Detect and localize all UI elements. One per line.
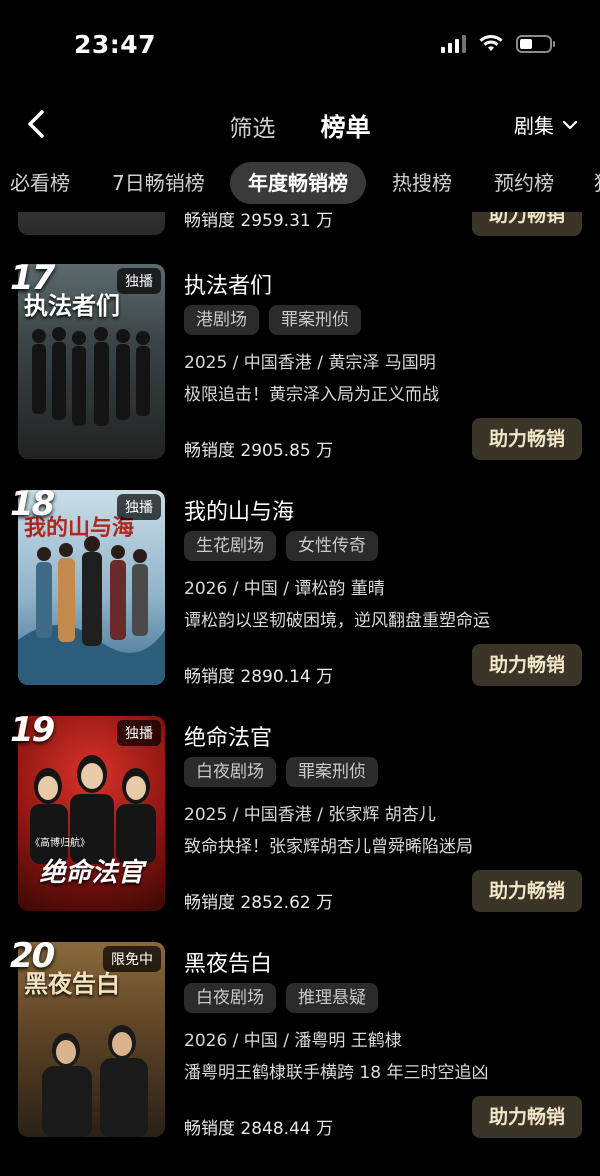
show-meta: 2025 / 中国香港 / 张家辉 胡杏儿 [184,805,436,825]
show-description: 谭松韵以坚韧破困境，逆风翻盘重塑命运 [184,611,490,631]
tab-hot-search[interactable]: 热搜榜 [392,162,452,204]
poster-title-text: 绝命法官 [39,858,144,888]
show-meta: 2026 / 中国 / 谭松韵 董晴 [184,579,385,599]
show-description: 极限追击！黄宗泽入局为正义而战 [184,385,439,405]
show-meta: 2025 / 中国香港 / 黄宗泽 马国明 [184,353,436,373]
exclusive-badge: 独播 [117,268,161,294]
show-title[interactable]: 我的山与海 [184,494,294,526]
rank-number: 20 [10,936,55,976]
tab-must-watch[interactable]: 必看榜 [10,162,70,204]
sales-score: 畅销度 2852.62 万 [184,893,334,913]
exclusive-badge: 独播 [117,494,161,520]
boost-button[interactable]: 助力畅销 [472,1096,582,1138]
cellular-signal-icon [441,35,466,53]
boost-button[interactable]: 助力畅销 [472,870,582,912]
status-bar: 23:47 [0,0,600,90]
tag-list: 白夜剧场 推理悬疑 [184,983,378,1013]
tag[interactable]: 白夜剧场 [184,983,276,1013]
tab-annual-bestseller[interactable]: 年度畅销榜 [230,162,366,204]
show-description: 潘粤明王鹤棣联手横跨 18 年三时空追凶 [184,1063,489,1083]
tag-list: 生花剧场 女性传奇 [184,531,378,561]
sales-score: 畅销度 2848.44 万 [184,1119,334,1139]
rank-number: 17 [10,258,55,298]
wifi-icon [479,35,503,51]
ranking-list: 畅销度 2959.31 万 助力畅销 执法者们 独播 17 执法者们 港剧场 罪… [0,212,600,1176]
tag[interactable]: 女性传奇 [286,531,378,561]
rank-number: 18 [10,484,55,524]
boost-button[interactable]: 助力畅销 [472,418,582,460]
tab-7day-bestseller[interactable]: 7日畅销榜 [112,162,205,204]
show-meta: 2026 / 中国 / 潘粤明 王鹤棣 [184,1031,402,1051]
tag-list: 港剧场 罪案刑侦 [184,305,361,335]
tab-more[interactable]: 猜 [594,162,600,204]
tag[interactable]: 罪案刑侦 [269,305,361,335]
poster-image [18,212,165,235]
show-title[interactable]: 绝命法官 [184,720,272,752]
status-time: 23:47 [74,30,157,59]
exclusive-badge: 独播 [117,720,161,746]
battery-icon [516,35,555,53]
sales-score: 畅销度 2890.14 万 [184,667,334,687]
show-title[interactable]: 执法者们 [184,268,272,300]
rank-number: 19 [10,710,55,750]
tag[interactable]: 生花剧场 [184,531,276,561]
ranking-tabs: 必看榜 7日畅销榜 年度畅销榜 热搜榜 预约榜 猜 [0,162,600,206]
sales-score: 畅销度 2959.31 万 [184,212,334,231]
boost-button[interactable]: 助力畅销 [472,644,582,686]
free-limited-badge: 限免中 [103,946,161,972]
tag[interactable]: 白夜剧场 [184,757,276,787]
poster-subtitle: 《高博归航》 [30,838,90,849]
page-title[interactable]: 榜单 [321,113,371,142]
tag[interactable]: 推理悬疑 [286,983,378,1013]
filter-link[interactable]: 筛选 [229,116,275,142]
tab-reservation[interactable]: 预约榜 [494,162,554,204]
tag-list: 白夜剧场 罪案刑侦 [184,757,378,787]
sales-score: 畅销度 2905.85 万 [184,441,334,461]
category-label: 剧集 [514,114,554,138]
boost-button[interactable]: 助力畅销 [472,212,582,236]
tag[interactable]: 罪案刑侦 [286,757,378,787]
status-icons [441,34,555,54]
chevron-down-icon [562,120,578,129]
category-dropdown[interactable]: 剧集 [514,110,578,139]
show-title[interactable]: 黑夜告白 [184,946,272,978]
show-description: 致命抉择！张家辉胡杏儿曾舜晞陷迷局 [184,837,473,857]
tag[interactable]: 港剧场 [184,305,259,335]
nav-title-group: 筛选 榜单 [0,108,600,144]
nav-bar: 筛选 榜单 剧集 [0,96,600,152]
